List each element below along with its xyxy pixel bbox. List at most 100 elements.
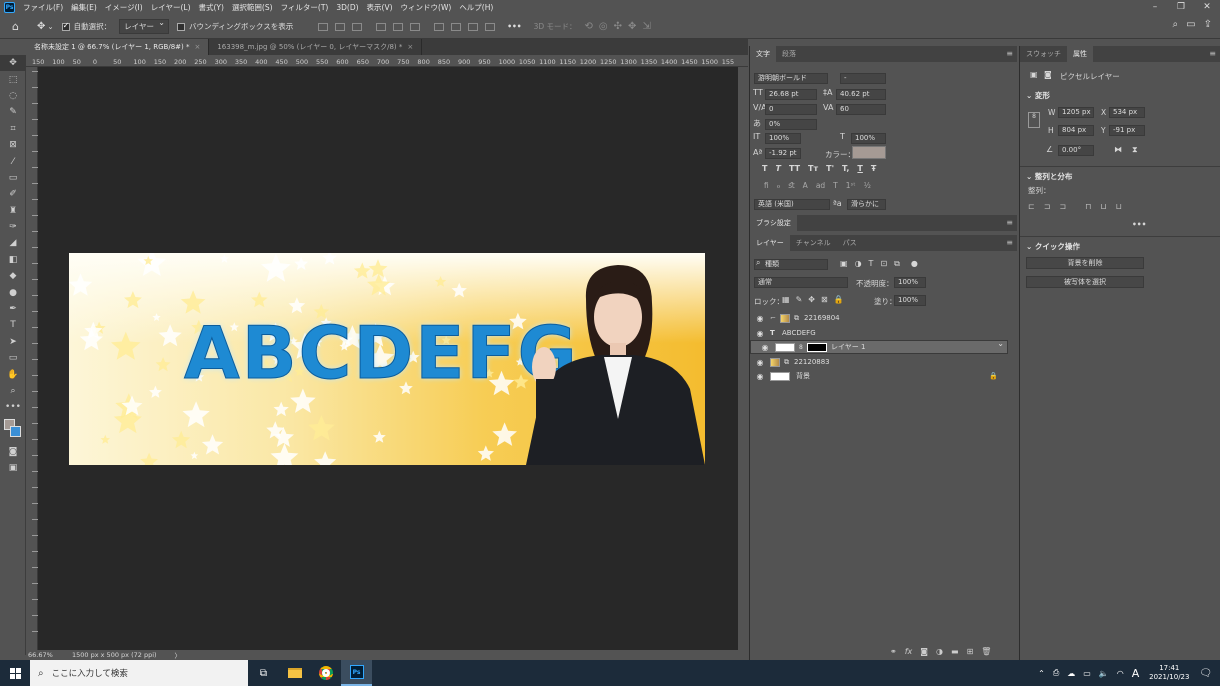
chevron-down-icon[interactable]: ⌄ [47, 22, 53, 31]
layer-row-layer-1[interactable]: ◉ 8 レイヤー 1 [750, 339, 1008, 354]
eyedropper-tool-icon[interactable]: ⁄ [0, 153, 26, 169]
photoshop-taskbar-icon[interactable]: Ps [341, 660, 372, 686]
bounding-box-checkbox[interactable]: バウンディングボックスを表示 [176, 21, 293, 32]
network-icon[interactable]: ▭ [1083, 669, 1091, 678]
close-icon[interactable]: × [194, 43, 200, 51]
auto-select-target-dropdown[interactable]: レイヤー [119, 18, 169, 34]
all-caps-button[interactable]: TT [789, 164, 800, 173]
panel-menu-icon[interactable]: ≡ [1209, 49, 1216, 58]
eye-icon[interactable]: ◉ [750, 329, 770, 338]
taskbar-search-box[interactable]: ⌕ ここに入力して検索 [30, 660, 248, 686]
show-hidden-icons-icon[interactable]: ⌃ [1038, 669, 1045, 678]
menu-3d[interactable]: 3D(D) [332, 3, 362, 12]
fractions-button[interactable]: ½ [864, 181, 871, 190]
opacity-field[interactable]: 100% [894, 277, 926, 288]
strikethrough-button[interactable]: Ŧ [871, 164, 876, 173]
type-tool-icon[interactable]: T [0, 317, 26, 333]
tab-channels[interactable]: チャンネル [790, 235, 837, 251]
3d-slide-icon[interactable]: ✥ [628, 21, 636, 32]
panel-menu-icon[interactable]: ≡ [1006, 218, 1013, 227]
layer-filter-dropdown[interactable]: 種類 [754, 259, 828, 270]
transform-section-title[interactable]: ⌄ 変形 [1026, 90, 1050, 101]
blend-mode-dropdown[interactable]: 通常 [754, 277, 848, 288]
kerning-field[interactable]: 0 [765, 104, 817, 115]
align-vcenter-icon[interactable] [393, 22, 404, 31]
small-caps-button[interactable]: Tт [808, 164, 818, 173]
crop-tool-icon[interactable]: ⌗ [0, 121, 26, 137]
clock[interactable]: 17:41 2021/10/23 [1147, 664, 1191, 682]
layer-mask-thumbnail[interactable] [807, 342, 827, 352]
tsume-field[interactable]: 0% [765, 119, 817, 130]
move-tool-icon[interactable]: ✥ [0, 55, 26, 72]
panel-menu-icon[interactable]: ≡ [1006, 49, 1013, 58]
stamp-tool-icon[interactable]: ♜ [0, 203, 26, 219]
screen-mode-icon[interactable]: ▣ [0, 460, 26, 476]
baseline-shift-field[interactable]: -1.92 pt [765, 148, 801, 159]
onedrive-icon[interactable]: ☁ [1067, 669, 1075, 678]
adjustment-filter-icon[interactable]: ◑ [855, 259, 862, 269]
menu-type[interactable]: 書式(Y) [195, 2, 228, 13]
hand-tool-icon[interactable]: ✋ [0, 366, 26, 382]
remove-background-button[interactable]: 背景を削除 [1026, 257, 1144, 269]
align-hcenter-icon[interactable] [335, 22, 346, 31]
flip-horizontal-icon[interactable]: ⧓ [1114, 145, 1122, 154]
select-subject-button[interactable]: 被写体を選択 [1026, 276, 1144, 288]
auto-select-checkbox[interactable]: 自動選択： [61, 21, 111, 32]
new-group-icon[interactable]: ▬ [951, 647, 959, 656]
layer-name[interactable]: レイヤー 1 [831, 342, 865, 352]
rectangle-tool-icon[interactable]: ▭ [0, 350, 26, 366]
checkbox-checked-icon[interactable] [61, 21, 70, 31]
height-field[interactable]: 804 px [1058, 125, 1094, 136]
layer-name[interactable]: 背景 [796, 371, 810, 381]
link-layers-icon[interactable]: ⚭ [890, 647, 897, 656]
layer-row-abcdefg[interactable]: ◉ T ABCDEFG [750, 326, 1008, 340]
ime-indicator[interactable]: A [1132, 667, 1140, 680]
ordinals-button[interactable]: 1ˢᵗ [846, 181, 856, 190]
quick-mask-icon[interactable]: ◙ [0, 444, 26, 460]
new-layer-icon[interactable]: ⊞ [967, 647, 974, 656]
color-swatches[interactable] [0, 416, 26, 444]
workspace-icon[interactable]: ▭ [1186, 19, 1195, 30]
volume-icon[interactable]: 🔈 [1099, 669, 1109, 678]
eraser-tool-icon[interactable]: ◢ [0, 235, 26, 251]
antialias-dropdown[interactable]: 滑らかに [847, 199, 886, 210]
auto-select-target-value[interactable]: レイヤー [119, 18, 169, 34]
share-icon[interactable]: ⇪ [1204, 19, 1212, 30]
panel-menu-icon[interactable]: ≡ [1006, 238, 1013, 247]
y-field[interactable]: -91 px [1109, 125, 1145, 136]
tab-brush-settings[interactable]: ブラシ設定 [750, 215, 797, 231]
eye-icon[interactable]: ◉ [755, 343, 775, 352]
document-image[interactable]: ABCDEFG [69, 253, 705, 465]
close-window-button[interactable]: ✕ [1194, 0, 1220, 15]
checkbox-unchecked-icon[interactable] [176, 22, 185, 31]
tab-untitled-1[interactable]: 名称未設定 1 @ 66.7% (レイヤー 1, RGB/8#) * × [26, 39, 210, 55]
align-top-icon[interactable] [376, 22, 387, 31]
menu-filter[interactable]: フィルター(T) [277, 2, 333, 13]
lock-position-icon[interactable]: ✥ [808, 295, 815, 304]
subscript-button[interactable]: T, [842, 164, 849, 173]
adjustment-layer-icon[interactable]: ◑ [936, 647, 943, 656]
titling-alternates-button[interactable]: T [833, 181, 838, 190]
fill-field[interactable]: 100% [894, 295, 926, 306]
search-icon[interactable]: ⌕ [1173, 19, 1179, 30]
home-icon[interactable]: ⌂ [12, 20, 19, 33]
x-field[interactable]: 534 px [1109, 107, 1145, 118]
layer-name[interactable]: 22120883 [794, 358, 830, 366]
layer-row-background[interactable]: ◉ 背景 🔒 [750, 369, 1008, 383]
tracking-field[interactable]: 60 [836, 104, 886, 115]
lasso-tool-icon[interactable]: ◌ [0, 88, 26, 104]
pixel-filter-icon[interactable]: ▣ [840, 259, 848, 269]
align-left-edges-icon[interactable]: ⊏ [1028, 202, 1035, 211]
align-right-icon[interactable] [352, 22, 363, 31]
more-align-options[interactable]: ••• [1132, 220, 1146, 229]
3d-roll-icon[interactable]: ◎ [599, 21, 608, 32]
distribute-icon[interactable] [434, 22, 445, 31]
type-filter-icon[interactable]: T [869, 259, 874, 269]
menu-file[interactable]: ファイル(F) [19, 2, 67, 13]
lock-transparency-icon[interactable]: ▦ [782, 295, 790, 304]
task-view-icon[interactable]: ⧉ [248, 660, 279, 686]
fx-icon[interactable]: fx [905, 647, 913, 656]
3d-scale-icon[interactable]: ⇲ [642, 21, 650, 32]
faux-italic-button[interactable]: T [775, 164, 780, 173]
tab-character[interactable]: 文字 [750, 46, 776, 62]
